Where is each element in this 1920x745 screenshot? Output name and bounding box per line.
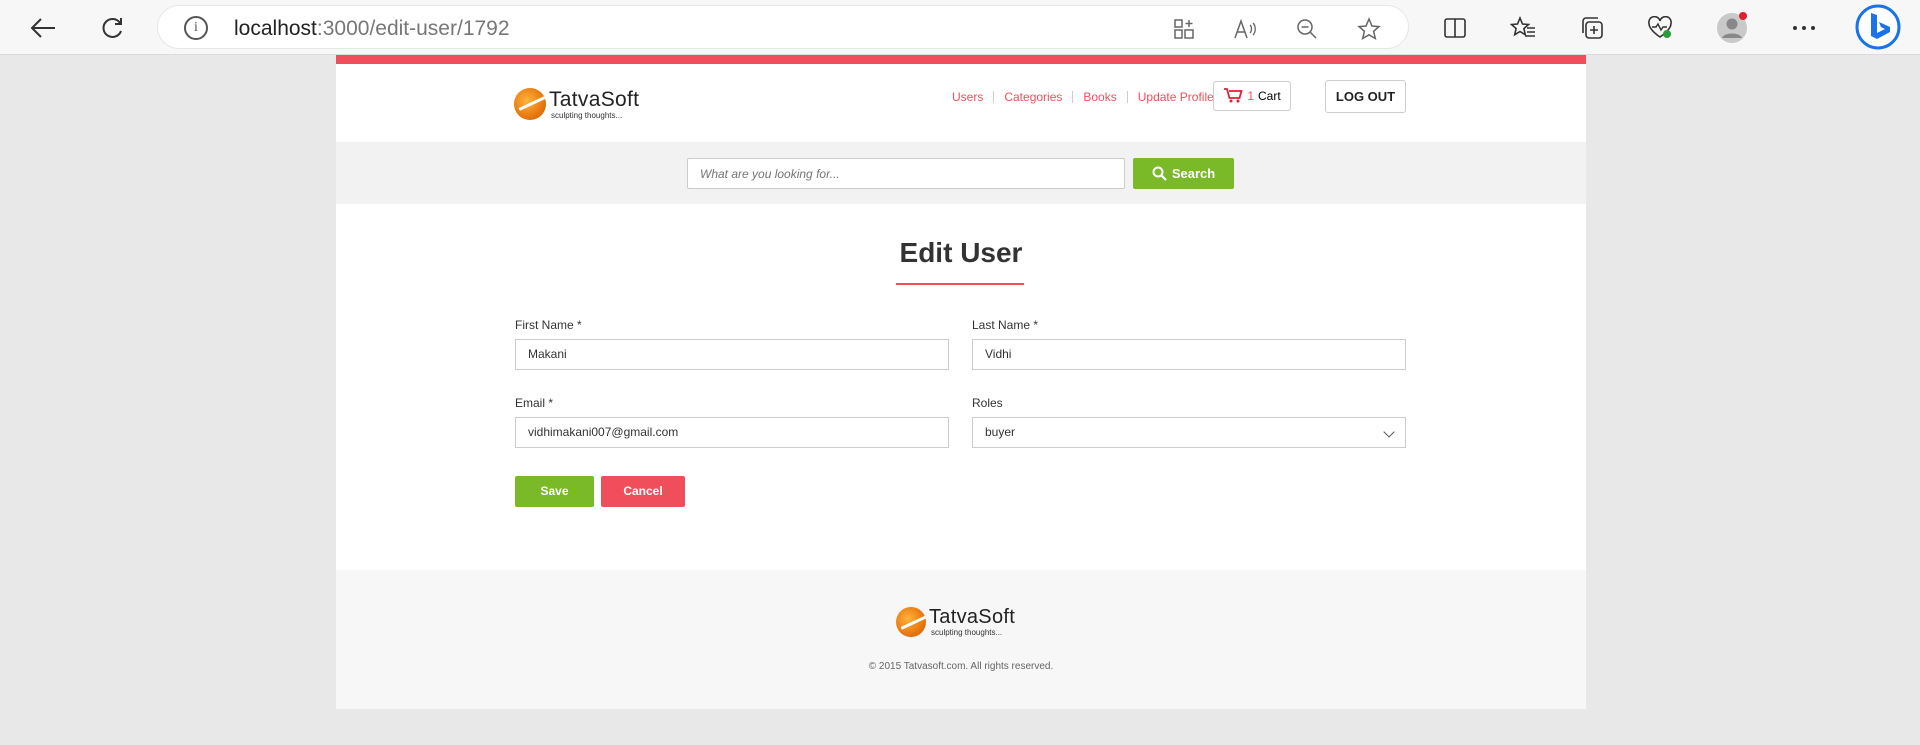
nav-update-profile[interactable]: Update Profile: [1128, 91, 1224, 103]
cart-count: 1: [1247, 89, 1254, 103]
roles-selected-value: buyer: [985, 425, 1016, 439]
url-path: :3000/edit-user/1792: [316, 17, 510, 40]
roles-label: Roles: [972, 396, 1003, 410]
logo-tagline: sculpting thoughts...: [551, 110, 623, 120]
search-band: Search: [336, 142, 1586, 204]
zoom-out-icon[interactable]: [1294, 16, 1320, 42]
read-aloud-icon[interactable]: [1232, 16, 1258, 42]
search-button[interactable]: Search: [1133, 158, 1234, 189]
email-field[interactable]: vidhimakani007@gmail.com: [515, 417, 949, 448]
title-underline: [896, 283, 1024, 285]
refresh-icon[interactable]: [92, 8, 132, 48]
cancel-button[interactable]: Cancel: [601, 476, 685, 507]
search-button-label: Search: [1171, 166, 1216, 181]
page-title: Edit User: [899, 237, 1023, 268]
app-available-icon[interactable]: [1171, 16, 1197, 42]
split-screen-icon[interactable]: [1435, 8, 1475, 48]
email-label: Email *: [515, 396, 554, 410]
url-host: localhost: [234, 17, 317, 40]
last-name-label: Last Name *: [972, 318, 1039, 332]
search-input[interactable]: [687, 158, 1125, 189]
chevron-down-icon: [1383, 426, 1395, 438]
site-info-icon[interactable]: i: [184, 16, 208, 40]
footer-logo-tagline: sculpting thoughts...: [931, 628, 1003, 637]
page-container: TatvaSoft sculpting thoughts... Users Ca…: [336, 55, 1586, 709]
copyright-text: © 2015 Tatvasoft.com. All rights reserve…: [868, 661, 1054, 672]
main-nav: Users Categories Books Update Profile: [942, 91, 1224, 103]
profile-avatar-icon[interactable]: [1712, 8, 1752, 48]
roles-select[interactable]: buyer: [972, 417, 1406, 448]
footer-logo-name: TatvaSoft: [929, 606, 1016, 628]
collections-icon[interactable]: [1572, 8, 1612, 48]
header-logo[interactable]: TatvaSoft sculpting thoughts...: [514, 88, 639, 120]
back-icon[interactable]: [23, 8, 63, 48]
nav-categories[interactable]: Categories: [994, 91, 1074, 103]
address-bar[interactable]: i localhost:3000/edit-user/1792: [157, 5, 1409, 49]
logout-button[interactable]: LOG OUT: [1325, 80, 1406, 113]
logo-name: TatvaSoft: [549, 87, 640, 111]
favorites-icon[interactable]: [1503, 8, 1543, 48]
browser-essentials-icon[interactable]: [1640, 8, 1680, 48]
cart-label: Cart: [1258, 89, 1281, 103]
save-button[interactable]: Save: [515, 476, 594, 507]
top-accent-strip: [336, 55, 1586, 64]
nav-users[interactable]: Users: [942, 91, 995, 103]
nav-books[interactable]: Books: [1073, 91, 1128, 103]
cart-icon: [1223, 87, 1244, 106]
browser-toolbar: i localhost:3000/edit-user/1792: [0, 0, 1920, 55]
cart-button[interactable]: 1 Cart: [1213, 81, 1291, 111]
bing-copilot-icon[interactable]: [1853, 2, 1903, 52]
first-name-field[interactable]: Makani: [515, 339, 949, 370]
footer: TatvaSoft sculpting thoughts... © 2015 T…: [336, 570, 1586, 709]
logo-globe-icon: [514, 88, 546, 120]
footer-logo[interactable]: TatvaSoft sculpting thoughts...: [896, 607, 1015, 637]
favorite-star-icon[interactable]: [1356, 16, 1382, 42]
footer-logo-globe-icon: [896, 607, 926, 637]
search-icon: [1152, 166, 1167, 181]
first-name-label: First Name *: [515, 318, 582, 332]
last-name-field[interactable]: Vidhi: [972, 339, 1406, 370]
address-url[interactable]: localhost:3000/edit-user/1792: [234, 17, 510, 41]
more-options-icon[interactable]: [1784, 8, 1824, 48]
